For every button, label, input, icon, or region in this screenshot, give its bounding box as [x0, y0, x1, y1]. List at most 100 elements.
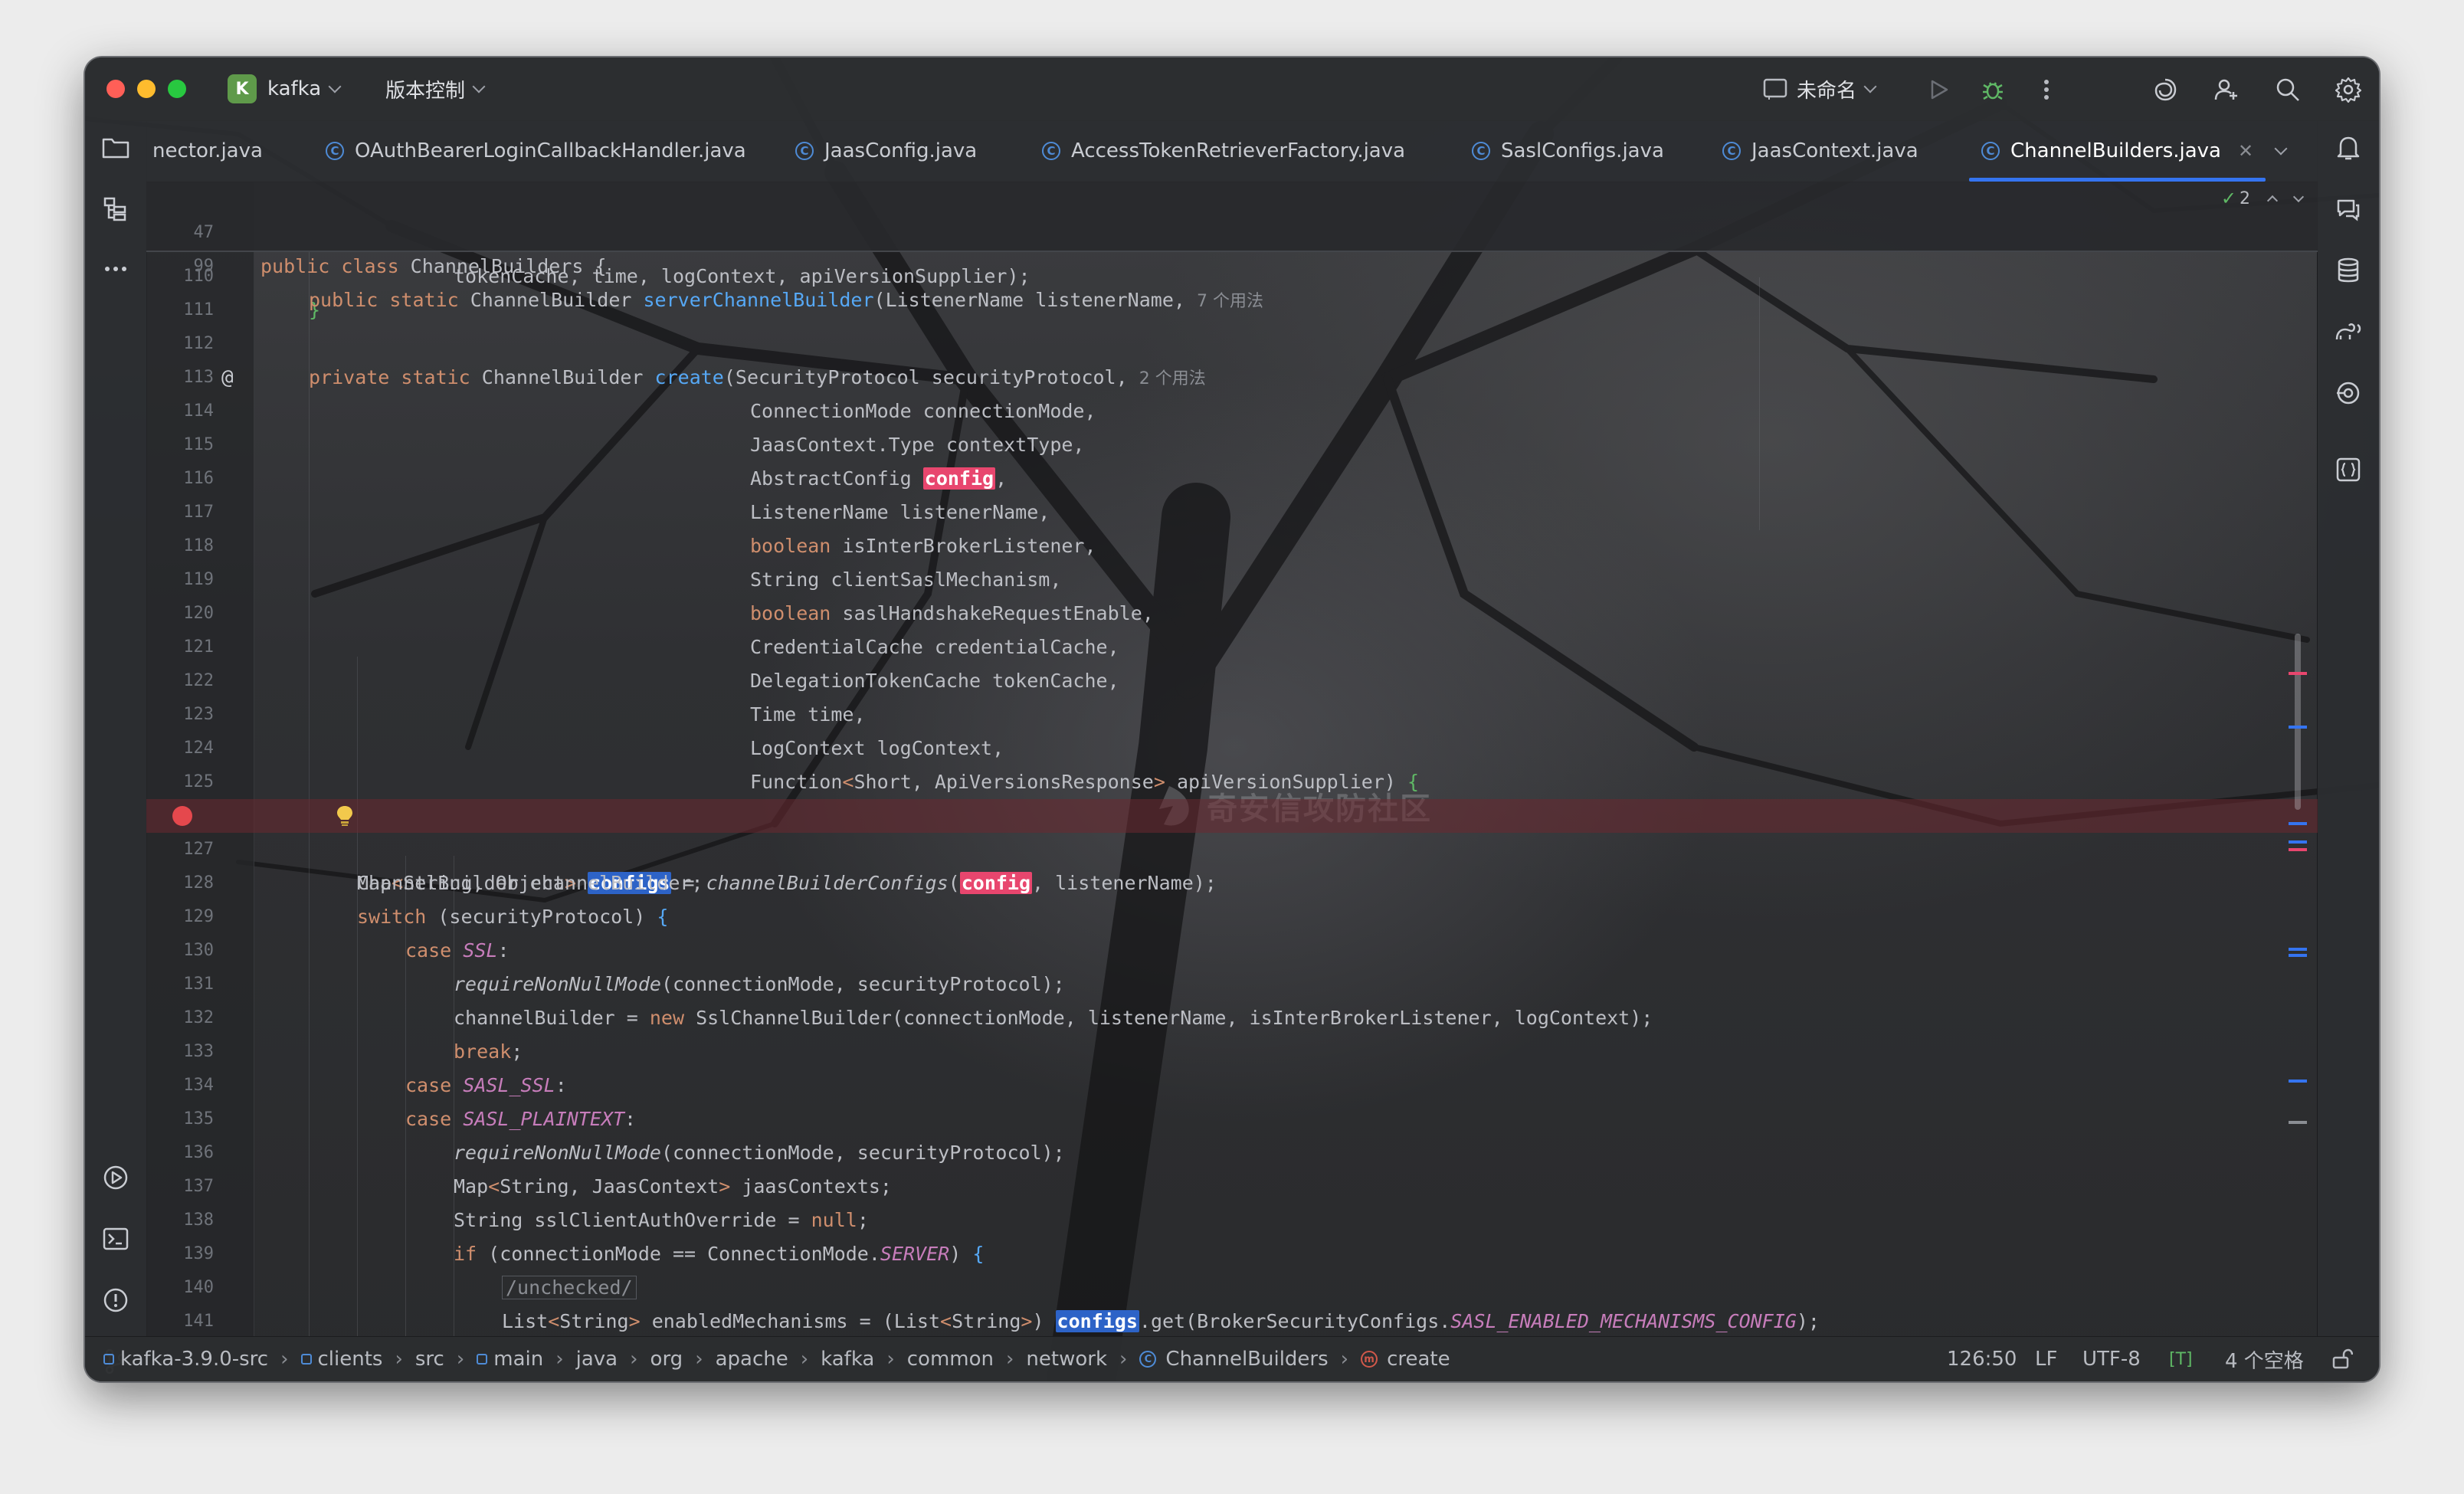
add-user-icon[interactable] [2211, 74, 2242, 105]
tab-jaas-context[interactable]: C JaasContext.java [1722, 120, 1918, 182]
ai-chat-icon[interactable] [2333, 194, 2364, 224]
code-line[interactable]: 136 requireNonNullMode(connectionMode, se… [146, 1136, 2318, 1170]
usages-hint[interactable]: 2 个用法 [1139, 369, 1206, 388]
lightbulb-icon[interactable] [335, 804, 355, 827]
code-line[interactable]: 130 case SSL: [146, 934, 2318, 968]
structure-icon[interactable] [100, 194, 131, 224]
crumb[interactable]: src [415, 1348, 444, 1371]
zoom-window-button[interactable] [168, 80, 186, 98]
endpoints-icon[interactable] [2333, 378, 2364, 408]
crumb[interactable]: ChannelBuilders [1165, 1348, 1328, 1371]
minimize-window-button[interactable] [137, 80, 156, 98]
breakpoint-icon[interactable] [172, 806, 192, 826]
code-line[interactable]: 116 AbstractConfig config, [146, 462, 2318, 496]
search-icon[interactable] [2272, 74, 2303, 105]
code-line[interactable]: 120 boolean saslHandshakeRequestEnable, [146, 597, 2318, 631]
crumb[interactable]: kafka [821, 1348, 874, 1371]
editorconfig-icon[interactable]: [T] [2169, 1337, 2193, 1381]
usages-hint[interactable]: 7 个用法 [1197, 292, 1263, 311]
notifications-bell-icon[interactable] [2333, 133, 2364, 163]
crumb[interactable]: org [650, 1348, 683, 1371]
line-separator[interactable]: LF [2035, 1337, 2057, 1381]
vcs-menu[interactable]: 版本控制 [385, 73, 486, 105]
code-line[interactable]: 122 DelegationTokenCache tokenCache, [146, 664, 2318, 698]
code-line[interactable]: 123 Time time, [146, 698, 2318, 732]
problems-icon[interactable] [100, 1285, 131, 1315]
code-line[interactable]: 124 LogContext logContext, [146, 732, 2318, 765]
code-line[interactable]: 113 @ private static ChannelBuilder create… [146, 361, 2318, 395]
code-line[interactable]: 118 boolean isInterBrokerListener, [146, 529, 2318, 563]
sticky-line[interactable]: 99 public static ChannelBuilder serverCh… [146, 216, 2318, 311]
close-tab-icon[interactable]: ✕ [2238, 140, 2253, 162]
tab-connector[interactable]: nector.java [152, 120, 263, 182]
code-line[interactable]: 128 ChannelBuilder channelBuilder; [146, 867, 2318, 900]
gradle-icon[interactable] [2333, 316, 2364, 347]
project-folder-icon[interactable] [100, 133, 131, 163]
code-line[interactable]: 134 case SASL_SSL: [146, 1069, 2318, 1102]
crumb[interactable]: java [576, 1348, 618, 1371]
gear-icon[interactable] [2333, 74, 2364, 105]
debug-icon[interactable] [1977, 74, 2008, 105]
tab-access-token-retriever-factory[interactable]: C AccessTokenRetrieverFactory.java [1042, 120, 1405, 182]
scroll-marker[interactable] [2289, 822, 2307, 825]
editor-scrollbar[interactable] [2295, 634, 2301, 810]
code-line[interactable]: 135 case SASL_PLAINTEXT: [146, 1102, 2318, 1136]
close-window-button[interactable] [106, 80, 125, 98]
code-line[interactable]: 114 ConnectionMode connectionMode, [146, 395, 2318, 428]
caret-position[interactable]: 126:50 [1947, 1337, 2017, 1381]
sticky-line[interactable]: 47 public class ChannelBuilders { [146, 182, 2318, 277]
code-editor[interactable]: 47 public class ChannelBuilders { 99 pub… [146, 182, 2318, 1337]
at-annotation-icon[interactable]: @ [221, 361, 234, 395]
lock-icon[interactable] [2331, 1337, 2353, 1381]
scroll-marker[interactable] [2289, 672, 2307, 675]
tab-jaas-config[interactable]: C JaasConfig.java [795, 120, 977, 182]
code-line[interactable]: 112 [146, 327, 2318, 361]
scroll-marker[interactable] [2289, 726, 2307, 729]
code-line[interactable]: 133 break; [146, 1035, 2318, 1069]
project-selector[interactable]: K kafka [228, 73, 342, 105]
scroll-marker[interactable] [2289, 954, 2307, 957]
code-line[interactable]: 121 CredentialCache credentialCache, [146, 631, 2318, 664]
code-line[interactable]: 117 ListenerName listenerName, [146, 496, 2318, 529]
code-line[interactable]: 125 Function<Short, ApiVersionsResponse> … [146, 765, 2318, 799]
run-icon[interactable] [1924, 74, 1954, 105]
code-line[interactable]: 129 switch (securityProtocol) { [146, 900, 2318, 934]
database-icon[interactable] [2333, 255, 2364, 286]
tab-sasl-configs[interactable]: C SaslConfigs.java [1472, 120, 1664, 182]
scroll-marker[interactable] [2289, 948, 2307, 951]
more-actions-icon[interactable] [2031, 74, 2062, 105]
code-line[interactable]: 115 JaasContext.Type contextType, [146, 428, 2318, 462]
scroll-marker[interactable] [2289, 840, 2307, 844]
code-line[interactable]: 127 [146, 833, 2318, 867]
crumb[interactable]: apache [716, 1348, 788, 1371]
crumb[interactable]: clients [318, 1348, 383, 1371]
crumb[interactable]: common [907, 1348, 994, 1371]
code-line[interactable]: 138 String sslClientAuthOverride = null; [146, 1204, 2318, 1237]
services-icon[interactable] [100, 1162, 131, 1193]
ai-assistant-icon[interactable] [2150, 74, 2181, 105]
more-tools-icon[interactable] [100, 254, 131, 284]
json-icon[interactable] [2333, 454, 2364, 485]
scroll-marker[interactable] [2289, 1080, 2307, 1083]
code-line[interactable]: 137 Map<String, JaasContext> jaasContexts… [146, 1170, 2318, 1204]
indent-setting[interactable]: 4 个空格 [2225, 1337, 2304, 1381]
code-line[interactable]: 141 List<String> enabledMechanisms = (Lis… [146, 1305, 2318, 1337]
scroll-marker[interactable] [2289, 848, 2307, 851]
code-line[interactable]: 139 if (connectionMode == ConnectionMode.… [146, 1237, 2318, 1271]
crumb[interactable]: kafka-3.9.0-src [120, 1348, 268, 1371]
crumb[interactable]: create [1387, 1348, 1450, 1371]
file-encoding[interactable]: UTF-8 [2082, 1337, 2141, 1381]
run-config-selector[interactable]: 未命名 [1763, 73, 1877, 105]
code-line[interactable]: 140/unchecked/ [146, 1271, 2318, 1305]
crumb[interactable]: main [493, 1348, 543, 1371]
tab-list-dropdown[interactable] [2274, 120, 2288, 182]
terminal-icon[interactable] [100, 1224, 131, 1254]
code-line[interactable]: 119 String clientSaslMechanism, [146, 563, 2318, 597]
code-line[interactable]: 132 channelBuilder = new SslChannelBuilde… [146, 1001, 2318, 1035]
crumb[interactable]: network [1026, 1348, 1107, 1371]
code-line-breakpoint[interactable]: Map<String, Object> configs = channelBui… [146, 799, 2318, 894]
tab-oauth-bearer-login-callback-handler[interactable]: C OAuthBearerLoginCallbackHandler.java [326, 120, 746, 182]
tab-channel-builders[interactable]: C ChannelBuilders.java ✕ [1968, 120, 2266, 182]
problems-indicator[interactable]: ✓ 2 [2221, 188, 2305, 209]
code-line[interactable]: 131 requireNonNullMode(connectionMode, se… [146, 968, 2318, 1001]
